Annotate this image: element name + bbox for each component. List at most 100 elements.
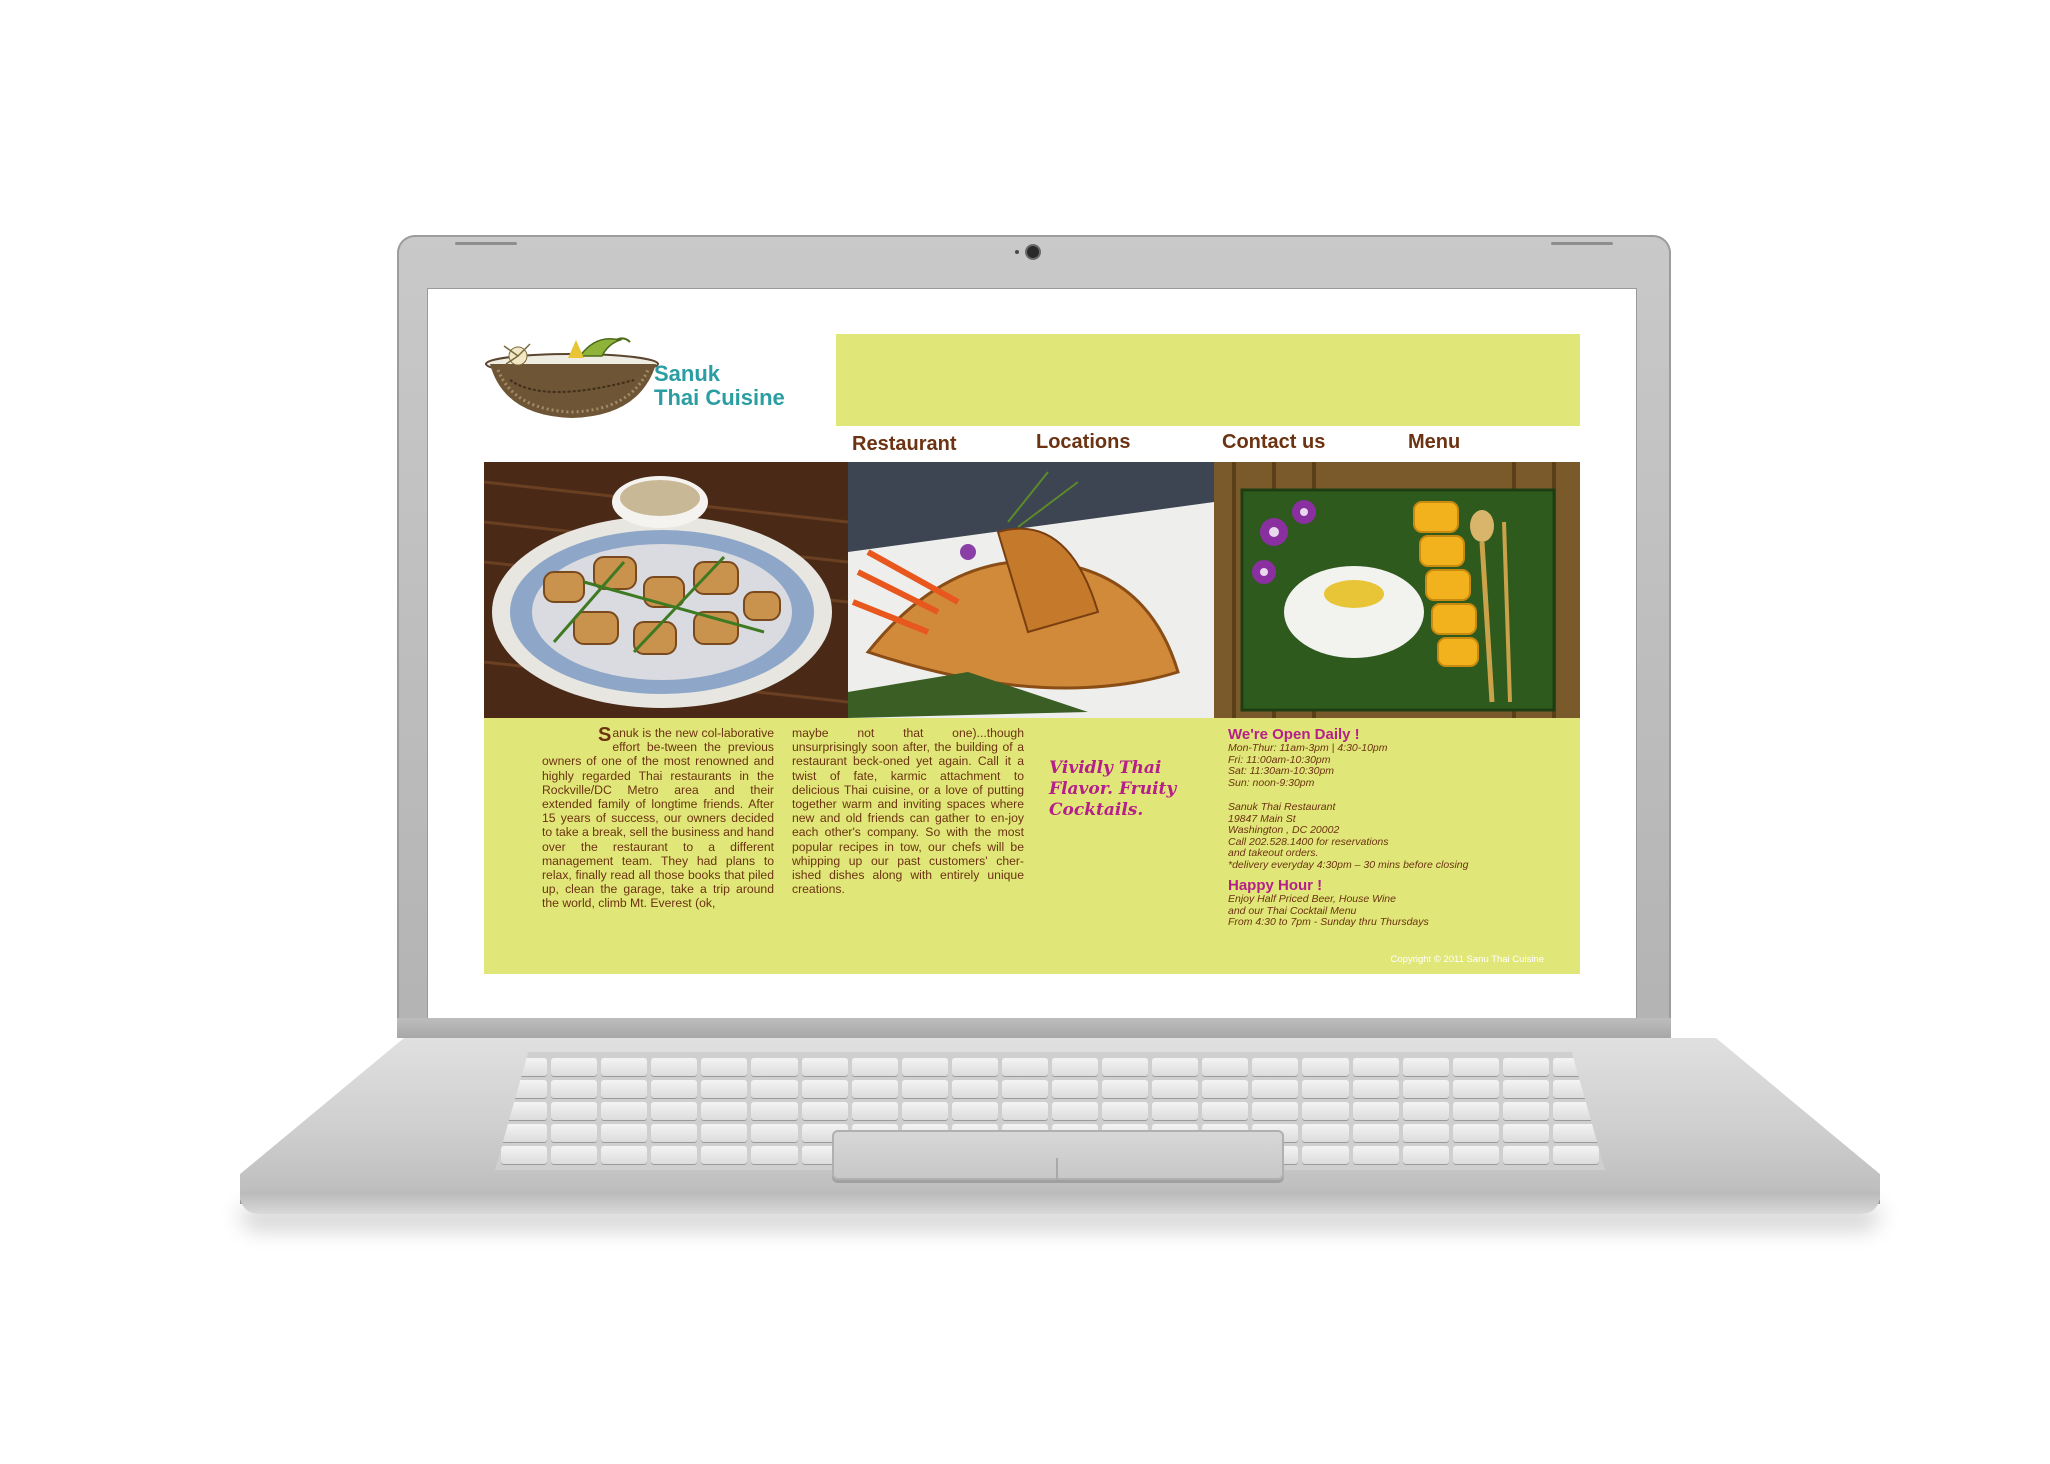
keyboard-key — [751, 1124, 798, 1142]
laptop-lid: Sanuk Thai Cuisine Restaurant Locations … — [397, 235, 1671, 1038]
keyboard-key — [1402, 1124, 1449, 1142]
intro-column-2: maybe not that one)...though unsurprisin… — [792, 726, 1024, 897]
keyboard-key — [1152, 1058, 1199, 1076]
keyboard-key — [1001, 1102, 1048, 1120]
site-logo[interactable]: Sanuk Thai Cuisine — [484, 334, 812, 424]
intro-text-1: anuk is the new col-laborative effort be… — [542, 726, 774, 911]
keyboard-key — [701, 1080, 748, 1098]
keyboard-key — [1302, 1080, 1349, 1098]
lid-edge-left — [455, 242, 517, 245]
trackpad-seam — [1056, 1158, 1058, 1180]
intro-column-1: Sanuk is the new col-laborative effort b… — [542, 724, 774, 911]
main-nav: Restaurant Locations Contact us Menu — [836, 429, 1580, 461]
keyboard-key — [1001, 1058, 1048, 1076]
nav-menu[interactable]: Menu — [1408, 431, 1460, 454]
keyboard-key — [701, 1058, 748, 1076]
keyboard-key — [1552, 1124, 1599, 1142]
keyboard-key — [1352, 1102, 1399, 1120]
keyboard-key — [551, 1124, 598, 1142]
address-line: Washington , DC 20002 — [1228, 824, 1340, 836]
address-line: *delivery everyday 4:30pm – 30 mins befo… — [1228, 858, 1469, 871]
keyboard-key — [651, 1124, 698, 1142]
keyboard-key — [1102, 1102, 1149, 1120]
keyboard-key — [1202, 1058, 1249, 1076]
copyright-text: Copyright © 2011 Sanu Thai Cuisine — [1390, 954, 1544, 965]
keyboard-key — [1502, 1058, 1549, 1076]
laptop-base-edge — [240, 1192, 1880, 1214]
fried-wonton-photo — [848, 462, 1214, 718]
keyboard-key — [551, 1102, 598, 1120]
intro-dropcap: S — [598, 724, 612, 746]
keyboard-key — [1102, 1080, 1149, 1098]
keyboard-key — [1202, 1102, 1249, 1120]
keyboard-key — [701, 1146, 748, 1164]
keyboard-key — [1452, 1146, 1499, 1164]
hours-title: We're Open Daily ! — [1228, 726, 1360, 743]
content-panel: Sanuk is the new col-laborative effort b… — [484, 718, 1580, 974]
keyboard-key — [501, 1146, 548, 1164]
keyboard-key — [901, 1058, 948, 1076]
keyboard-key — [501, 1124, 548, 1142]
address-line: and takeout orders. — [1228, 847, 1319, 859]
hours-line: Sat: 11:30am-10:30pm — [1228, 765, 1335, 777]
website: Sanuk Thai Cuisine Restaurant Locations … — [428, 289, 1636, 1022]
camera-led — [1015, 250, 1019, 254]
keyboard-key — [1102, 1058, 1149, 1076]
keyboard-key — [1452, 1124, 1499, 1142]
keyboard-key — [1252, 1080, 1299, 1098]
nav-locations[interactable]: Locations — [1036, 431, 1130, 454]
keyboard-key — [651, 1080, 698, 1098]
lid-edge-right — [1551, 242, 1613, 245]
keyboard-key — [651, 1058, 698, 1076]
keyboard-key — [1051, 1058, 1099, 1076]
logo-title-line2: Thai Cuisine — [654, 385, 785, 410]
keyboard-key — [601, 1102, 648, 1120]
keyboard-key — [1352, 1124, 1399, 1142]
keyboard-key — [601, 1058, 648, 1076]
hours-line: Sun: noon-9:30pm — [1228, 776, 1315, 789]
keyboard-key — [1452, 1102, 1499, 1120]
happy-hour-line: Enjoy Half Priced Beer, House Wine — [1228, 893, 1396, 905]
keyboard-key — [1302, 1058, 1349, 1076]
mango-sticky-rice-photo — [1214, 462, 1580, 718]
keyboard-key — [751, 1080, 798, 1098]
keyboard-key — [951, 1080, 998, 1098]
keyboard-key — [901, 1102, 948, 1120]
keyboard-key — [1502, 1080, 1549, 1098]
keyboard-key — [801, 1102, 848, 1120]
happy-hour-line: From 4:30 to 7pm - Sunday thru Thursdays — [1228, 916, 1429, 928]
keyboard-key — [1502, 1124, 1549, 1142]
keyboard-key — [651, 1146, 698, 1164]
laptop-hinge — [397, 1018, 1671, 1038]
keyboard-key — [1402, 1080, 1449, 1098]
keyboard-key — [1352, 1080, 1399, 1098]
info-column: We're Open Daily ! Mon-Thur: 11am-3pm | … — [1228, 726, 1568, 929]
tagline: Vividly Thai Flavor. Fruity Cocktails. — [1049, 758, 1177, 820]
keyboard-key — [851, 1102, 898, 1120]
keyboard-key — [601, 1124, 648, 1142]
keyboard-key — [1452, 1080, 1499, 1098]
keyboard-key — [551, 1080, 598, 1098]
keyboard-key — [1302, 1102, 1349, 1120]
nav-restaurant[interactable]: Restaurant — [852, 433, 956, 456]
keyboard-key — [1051, 1080, 1099, 1098]
keyboard-key — [1502, 1146, 1549, 1164]
grilled-chicken-photo — [484, 462, 848, 718]
address-line: Sanuk Thai Restaurant — [1228, 801, 1336, 813]
keyboard-key — [751, 1058, 798, 1076]
webcam-icon — [1027, 246, 1039, 258]
keyboard-key — [851, 1058, 898, 1076]
keyboard-key — [1152, 1102, 1199, 1120]
keyboard-key — [951, 1058, 998, 1076]
nav-contact-us[interactable]: Contact us — [1222, 431, 1325, 454]
keyboard-key — [1502, 1102, 1549, 1120]
keyboard-key — [1152, 1080, 1199, 1098]
keyboard-key — [1051, 1102, 1099, 1120]
keyboard-key — [601, 1146, 648, 1164]
trackpad[interactable] — [832, 1130, 1284, 1180]
keyboard-key — [551, 1058, 598, 1076]
keyboard-key — [701, 1102, 748, 1120]
logo-title-line1: Sanuk — [654, 361, 721, 386]
keyboard-key — [601, 1080, 648, 1098]
keyboard-key — [751, 1102, 798, 1120]
